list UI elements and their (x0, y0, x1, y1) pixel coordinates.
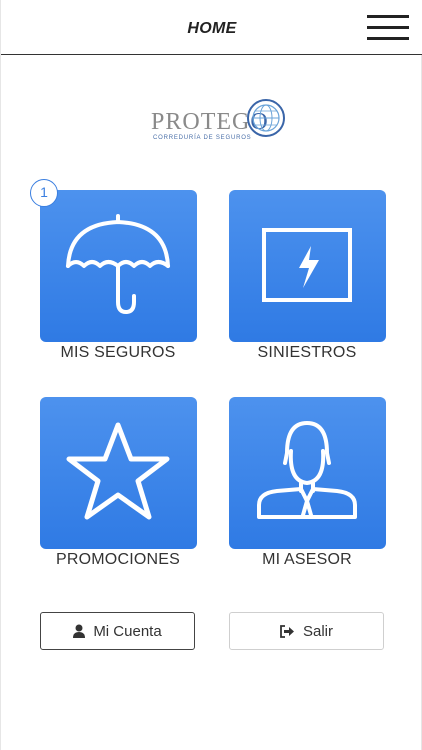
hamburger-menu-icon[interactable] (367, 15, 409, 41)
umbrella-icon (66, 214, 170, 314)
star-icon (66, 422, 170, 520)
logo-tagline: CORREDURÍA DE SEGUROS (153, 135, 252, 141)
mi-cuenta-label: Mi Cuenta (93, 622, 162, 640)
tile-mi-asesor-label: MI ASESOR (262, 551, 352, 568)
salir-label: Salir (302, 622, 333, 640)
tile-mi-asesor[interactable] (229, 397, 386, 549)
notification-badge: 1 (30, 179, 58, 207)
tile-promociones-label: PROMOCIONES (56, 551, 180, 568)
top-bar: HOME (1, 0, 422, 55)
salir-button[interactable]: Salir (229, 612, 384, 650)
user-icon (73, 624, 86, 638)
lightning-screen-icon (262, 228, 352, 302)
page-title: HOME (187, 20, 237, 37)
tile-mis-seguros[interactable] (40, 190, 197, 342)
tile-promociones[interactable] (40, 397, 197, 549)
mi-cuenta-button[interactable]: Mi Cuenta (40, 612, 195, 650)
advisor-person-icon (257, 421, 357, 519)
protego-logo: PROTEGO CORREDURÍA DE SEGUROS (149, 95, 289, 147)
sign-out-icon (280, 624, 294, 638)
globe-icon (247, 99, 285, 137)
tile-mis-seguros-label: MIS SEGUROS (60, 344, 176, 361)
tile-siniestros-label: SINIESTROS (257, 344, 357, 361)
tile-siniestros[interactable] (229, 190, 386, 342)
